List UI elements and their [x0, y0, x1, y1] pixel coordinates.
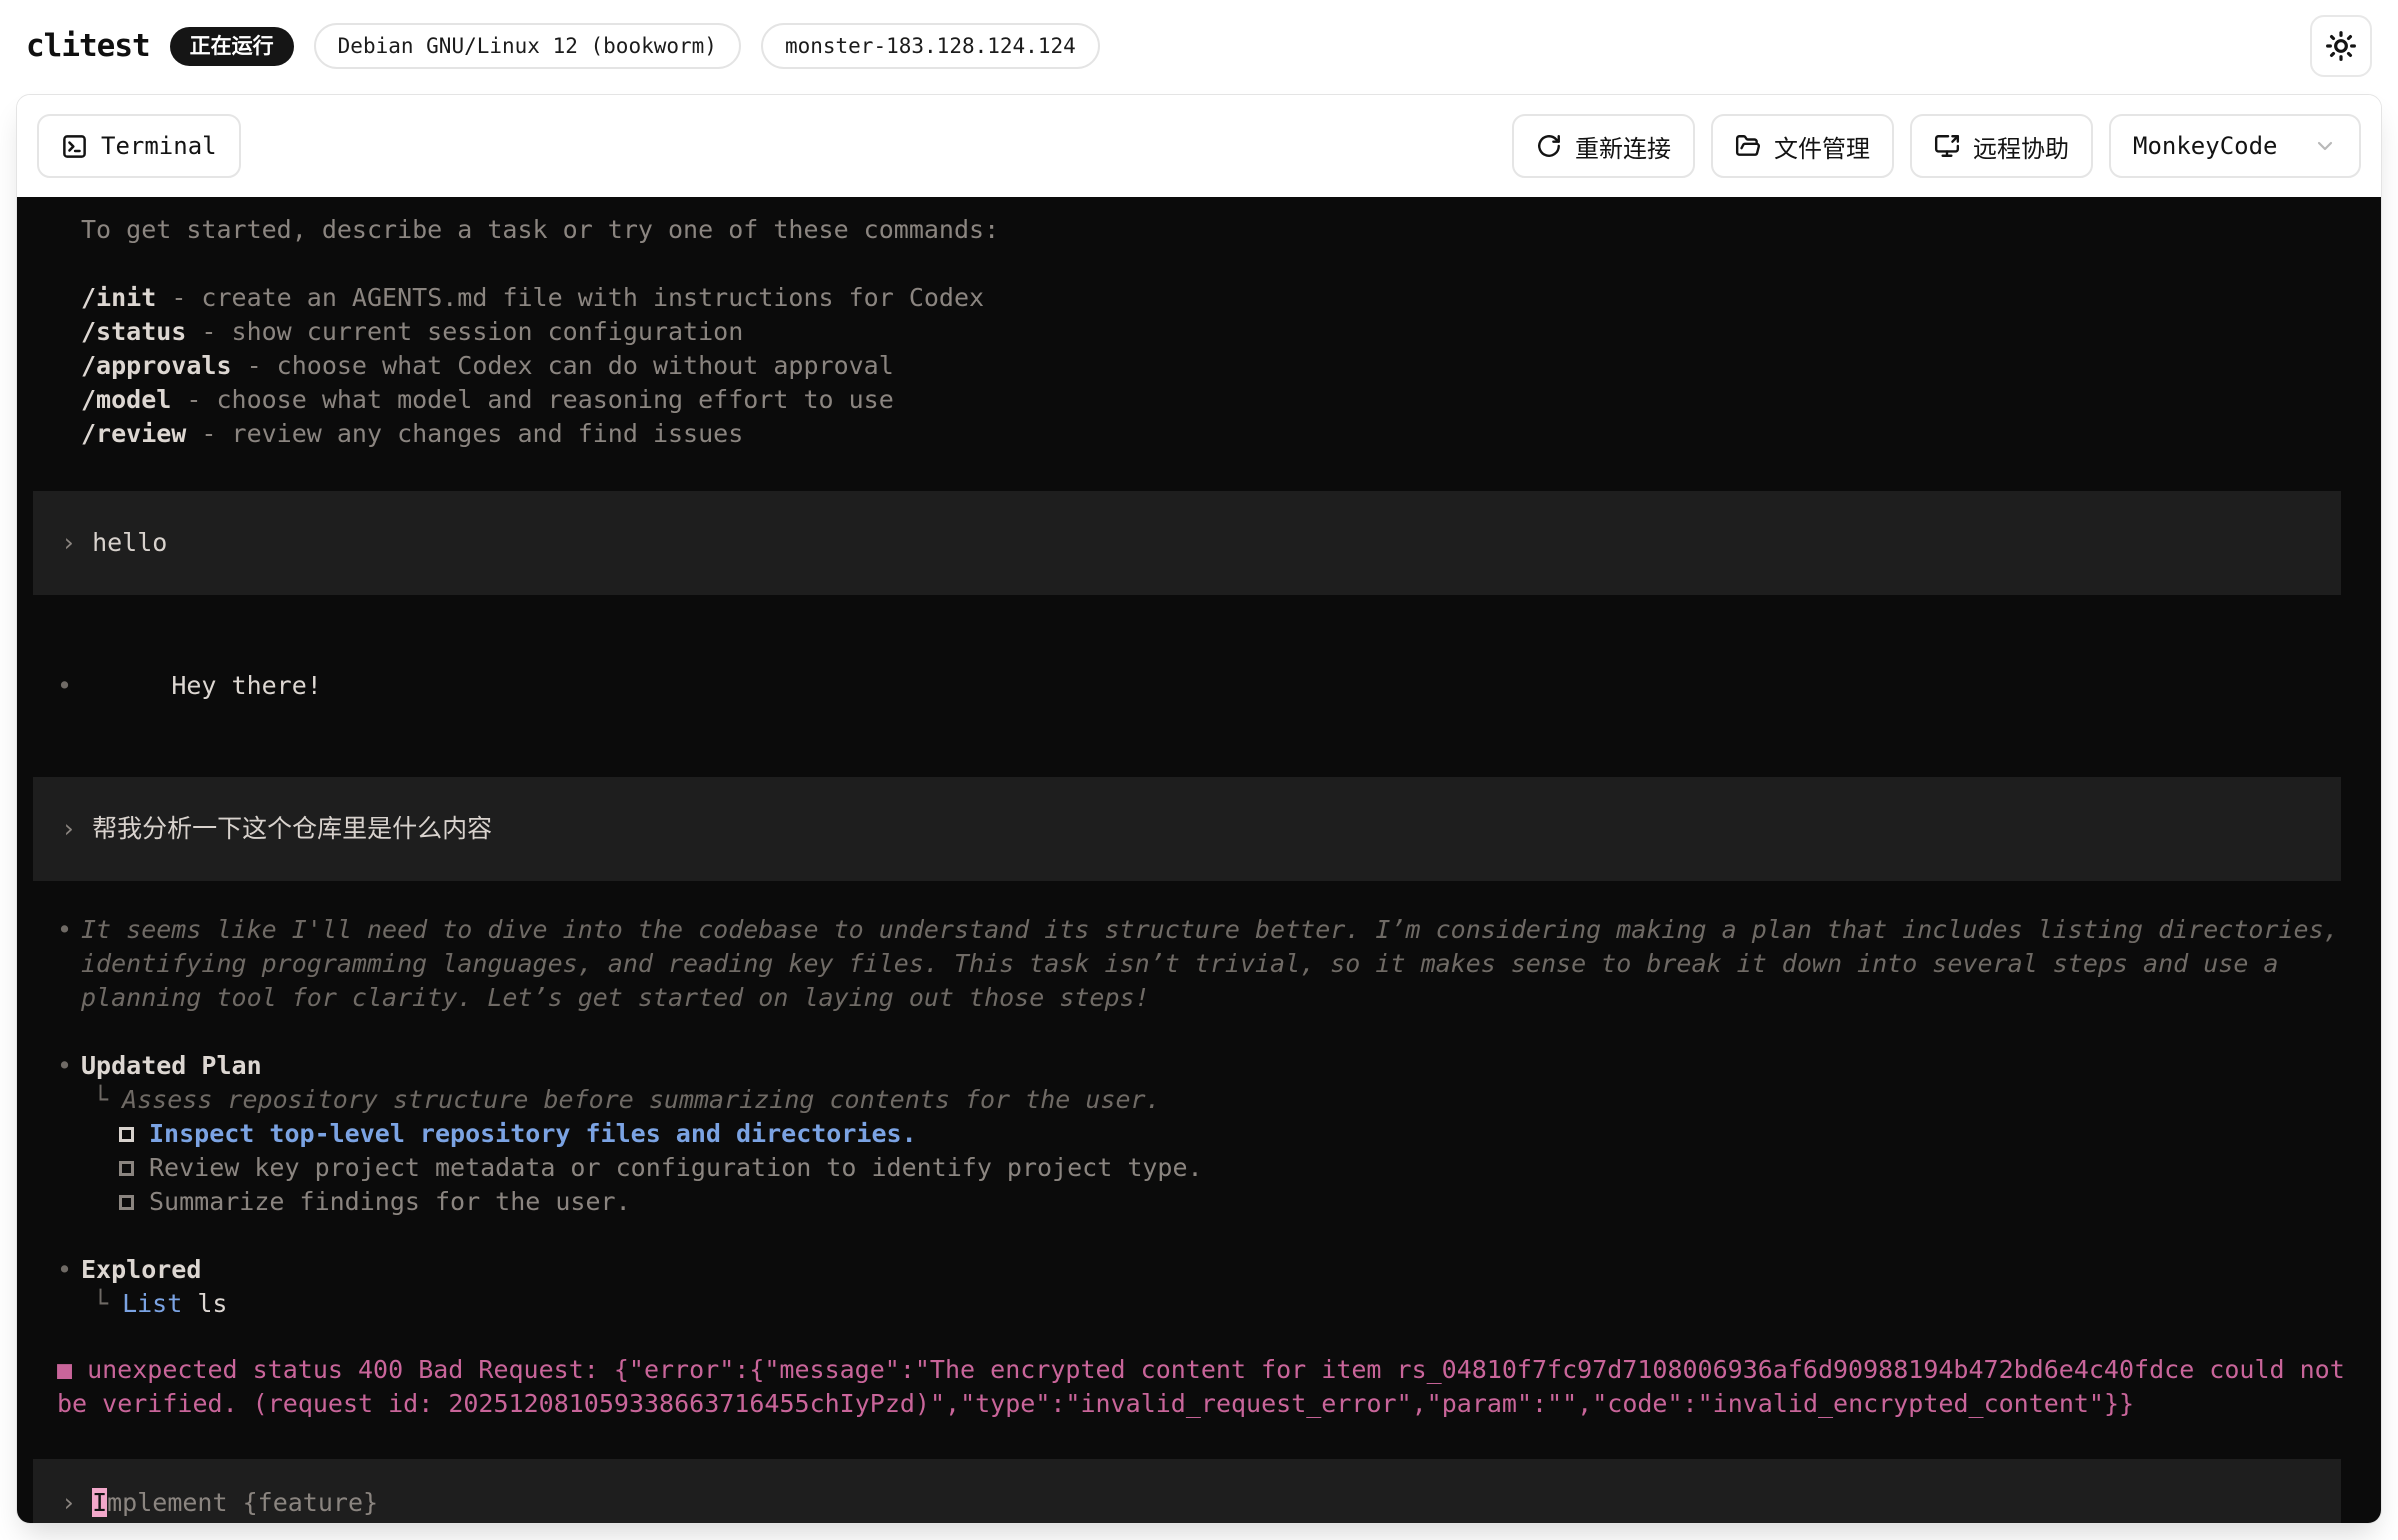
- reconnect-button[interactable]: 重新连接: [1512, 114, 1695, 178]
- bullet-icon: •: [57, 1049, 72, 1083]
- explored-block: • Explored └ List ls: [17, 1253, 2381, 1321]
- checkbox-icon: [119, 1127, 134, 1142]
- agent-select[interactable]: MonkeyCode: [2109, 114, 2361, 178]
- command-desc: - create an AGENTS.md file with instruct…: [156, 283, 984, 312]
- file-manager-label: 文件管理: [1774, 129, 1870, 164]
- command-name: /review: [81, 419, 186, 448]
- terminal-tab-label: Terminal: [101, 132, 217, 160]
- command-name: /status: [81, 317, 186, 346]
- host-pill: monster-183.128.124.124: [761, 23, 1100, 69]
- terminal-icon: [61, 133, 88, 160]
- assistant-reply: • Hey there!: [17, 635, 2381, 737]
- agent-select-value: MonkeyCode: [2133, 132, 2278, 160]
- sun-icon: [2325, 30, 2357, 62]
- user-message: › 帮我分析一下这个仓库里是什么内容: [33, 777, 2341, 881]
- composer-input[interactable]: › Implement {feature}: [33, 1459, 2341, 1523]
- plan-title: Updated Plan: [81, 1051, 262, 1080]
- app-header: clitest 正在运行 Debian GNU/Linux 12 (bookwo…: [0, 0, 2398, 92]
- user-message: › hello: [33, 491, 2341, 595]
- prompt-chevron: ›: [61, 812, 76, 846]
- app-title: clitest: [26, 28, 150, 64]
- thinking-line: •It seems like I'll need to dive into th…: [17, 913, 2381, 947]
- thinking-line: identifying programming languages, and r…: [17, 947, 2381, 981]
- command-name: /init: [81, 283, 156, 312]
- checkbox-icon: [119, 1161, 134, 1176]
- thinking-line: planning tool for clarity. Let’s get sta…: [17, 981, 2381, 1015]
- plan-note-line: └ Assess repository structure before summ…: [17, 1083, 2381, 1117]
- remote-assist-label: 远程协助: [1973, 129, 2069, 164]
- command-help-line: /approvals - choose what Codex can do wi…: [17, 349, 2381, 383]
- folder-open-icon: [1735, 133, 1761, 159]
- plan-item-text: Summarize findings for the user.: [149, 1185, 631, 1219]
- plan-item-text: Review key project metadata or configura…: [149, 1151, 1203, 1185]
- plan-item: Review key project metadata or configura…: [17, 1151, 2381, 1185]
- error-marker-icon: ■: [57, 1355, 72, 1384]
- chevron-down-icon: [2313, 134, 2337, 158]
- plan-item: Inspect top-level repository files and d…: [17, 1117, 2381, 1151]
- command-desc: - review any changes and find issues: [186, 419, 743, 448]
- toolbar-right: 重新连接 文件管理 远程协助: [1512, 114, 2361, 178]
- plan-title-line: • Updated Plan: [17, 1049, 2381, 1083]
- command-help-line: /model - choose what model and reasoning…: [17, 383, 2381, 417]
- theme-toggle-button[interactable]: [2310, 15, 2372, 77]
- remote-assist-button[interactable]: 远程协助: [1910, 114, 2093, 178]
- branch-icon: └: [93, 1289, 108, 1318]
- command-help-line: /init - create an AGENTS.md file with in…: [17, 281, 2381, 315]
- command-help-line: /review - review any changes and find is…: [17, 417, 2381, 451]
- explored-title: Explored: [81, 1255, 201, 1284]
- bullet-icon: •: [57, 913, 72, 947]
- user-message-text: hello: [92, 526, 167, 560]
- error-message: ■unexpected status 400 Bad Request: {"er…: [17, 1353, 2381, 1421]
- prompt-chevron: ›: [61, 1486, 76, 1520]
- explored-title-line: • Explored: [17, 1253, 2381, 1287]
- explored-command: ls: [197, 1289, 227, 1318]
- explored-verb: List: [122, 1289, 182, 1318]
- reconnect-label: 重新连接: [1575, 129, 1671, 164]
- bullet-icon: •: [57, 669, 72, 703]
- command-desc: - choose what model and reasoning effort…: [171, 385, 893, 414]
- error-text: unexpected status 400 Bad Request: {"err…: [57, 1355, 2345, 1418]
- branch-icon: └: [93, 1085, 108, 1114]
- refresh-icon: [1536, 133, 1562, 159]
- screen-share-icon: [1934, 133, 1960, 159]
- text-cursor: I: [92, 1488, 107, 1517]
- bullet-icon: •: [57, 1253, 72, 1287]
- plan-note: Assess repository structure before summa…: [122, 1085, 1161, 1114]
- assistant-reply-text: Hey there!: [171, 671, 322, 700]
- header-left: clitest 正在运行 Debian GNU/Linux 12 (bookwo…: [26, 23, 1100, 69]
- terminal-output[interactable]: To get started, describe a task or try o…: [17, 197, 2381, 1523]
- composer-text: Implement {feature}: [92, 1486, 378, 1520]
- checkbox-icon: [119, 1195, 134, 1210]
- command-name: /model: [81, 385, 171, 414]
- blank-line: [17, 247, 2381, 281]
- prompt-chevron: ›: [61, 526, 76, 560]
- command-desc: - show current session configuration: [186, 317, 743, 346]
- terminal-tab[interactable]: Terminal: [37, 114, 241, 178]
- explored-detail-line: └ List ls: [17, 1287, 2381, 1321]
- command-desc: - choose what Codex can do without appro…: [232, 351, 894, 380]
- intro-line: To get started, describe a task or try o…: [17, 213, 2381, 247]
- command-name: /approvals: [81, 351, 232, 380]
- user-message-text: 帮我分析一下这个仓库里是什么内容: [92, 812, 492, 846]
- plan-item: Summarize findings for the user.: [17, 1185, 2381, 1219]
- toolbar: Terminal 重新连接 文件管理: [17, 95, 2381, 197]
- status-badge: 正在运行: [170, 27, 294, 66]
- session-card: Terminal 重新连接 文件管理: [16, 94, 2382, 1524]
- command-help-line: /status - show current session configura…: [17, 315, 2381, 349]
- os-pill: Debian GNU/Linux 12 (bookworm): [314, 23, 741, 69]
- plan-block: • Updated Plan └ Assess repository structu…: [17, 1049, 2381, 1219]
- file-manager-button[interactable]: 文件管理: [1711, 114, 1894, 178]
- thinking-block: •It seems like I'll need to dive into th…: [17, 913, 2381, 1015]
- composer-placeholder: mplement {feature}: [107, 1488, 378, 1517]
- plan-item-text: Inspect top-level repository files and d…: [149, 1117, 917, 1151]
